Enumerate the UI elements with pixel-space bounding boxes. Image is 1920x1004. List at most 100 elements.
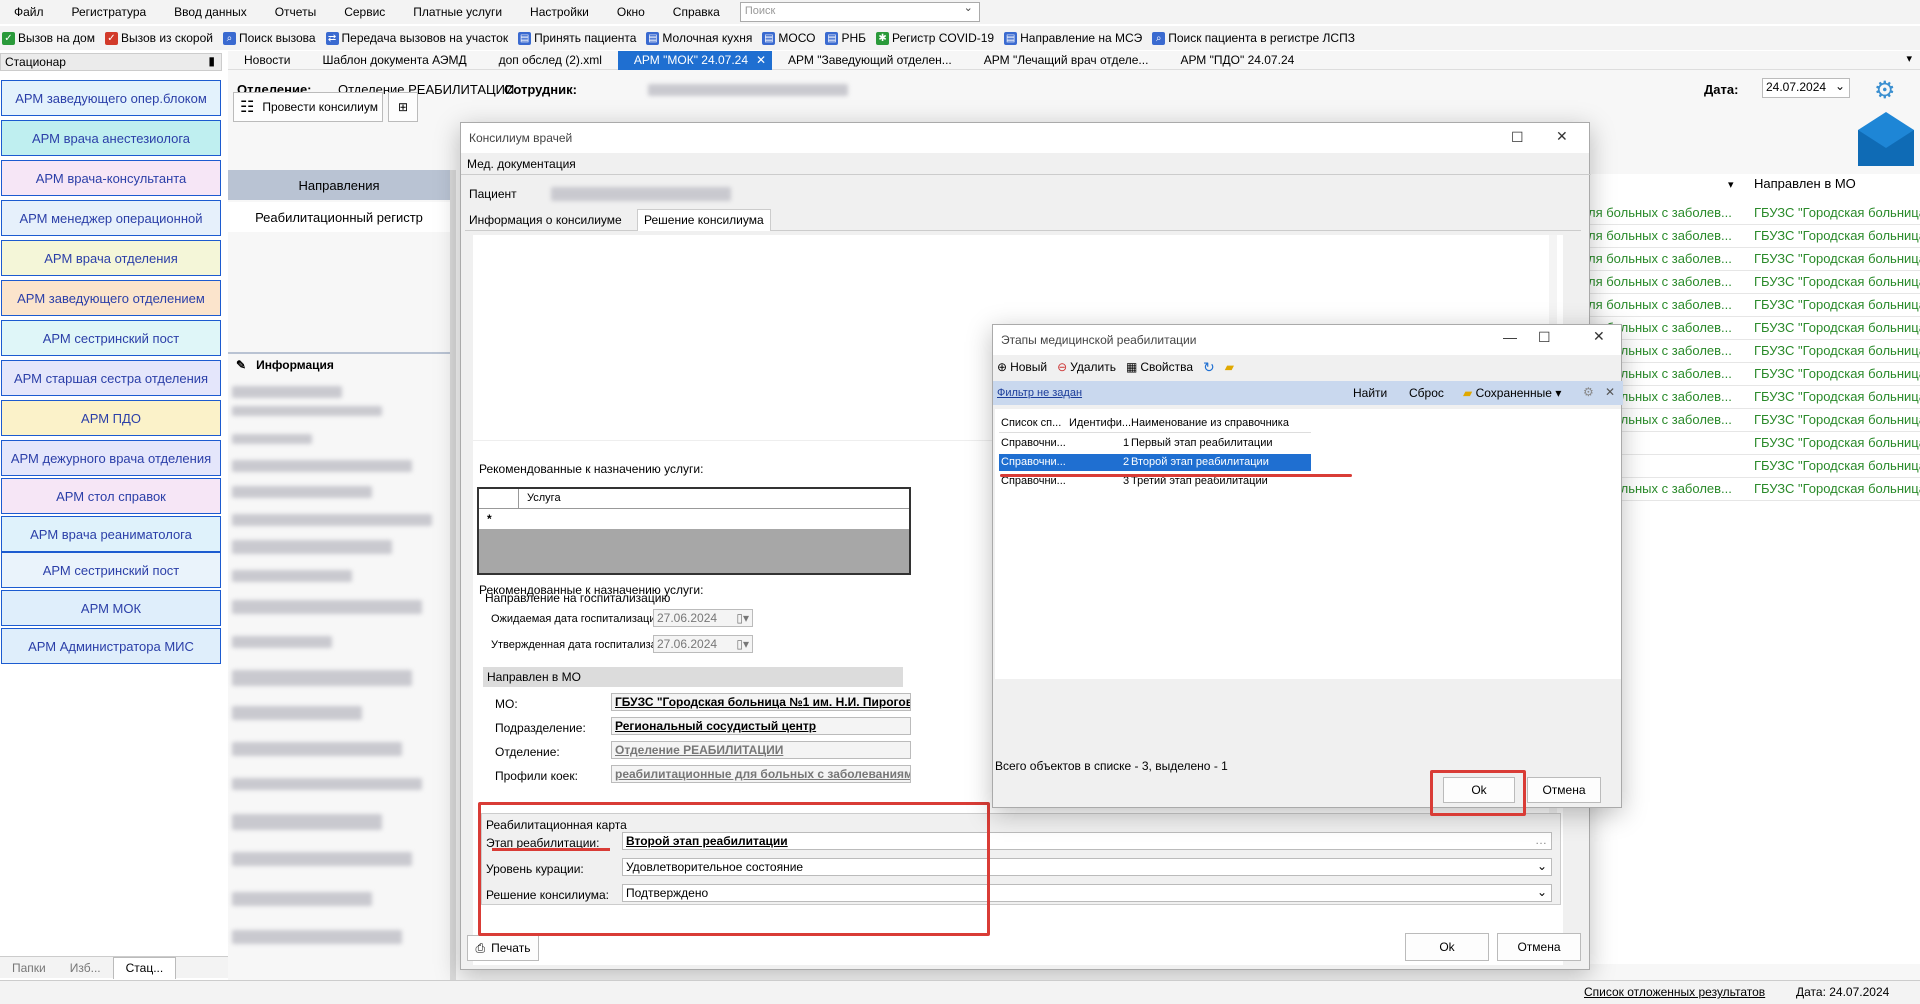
maximize-icon[interactable]: ☐ (1538, 329, 1551, 346)
arm-duty-doctor[interactable]: АРМ дежурного врача отделения (1, 440, 221, 476)
saved-dropdown[interactable]: ▰ Сохраненные ▾ (1463, 386, 1561, 400)
tab-consilium-decision[interactable]: Решение консилиума (637, 209, 771, 231)
arm-op-block-head[interactable]: АРМ заведующего опер.блоком (1, 80, 221, 116)
consilium-ok-button[interactable]: Ok (1405, 933, 1489, 961)
properties-button[interactable]: ▦ Свойства (1126, 360, 1193, 374)
arm-consultant[interactable]: АРМ врача-консультанта (1, 160, 221, 196)
grid-row[interactable]: ля больных с заболев... ГБУЗС "Городская … (1588, 409, 1920, 432)
stage-row[interactable]: Справочни... 1 Первый этап реабилитации (999, 435, 1311, 452)
grid-row[interactable]: ля больных с заболев... ГБУЗС "Городская … (1588, 202, 1920, 225)
print-button[interactable]: ⎙ Печать (467, 935, 539, 961)
find-button[interactable]: Найти (1353, 386, 1387, 400)
menu-service[interactable]: Сервис (330, 5, 399, 19)
tab-arm-head[interactable]: АРМ "Заведующий отделен... (772, 51, 968, 70)
refresh-button[interactable]: ↻ (1203, 359, 1215, 376)
tab-arm-pdo[interactable]: АРМ "ПДО" 24.07.24 (1164, 51, 1310, 70)
close-icon[interactable]: ✕ (1593, 328, 1605, 345)
menu-window[interactable]: Окно (603, 5, 659, 19)
bed-profiles-field[interactable]: реабилитационные для больных с заболеван… (611, 765, 911, 783)
department-field[interactable]: Отделение РЕАБИЛИТАЦИИ (611, 741, 911, 759)
mo-field[interactable]: ГБУЗС "Городская больница №1 им. Н.И. Пи… (611, 693, 911, 711)
date-input[interactable]: 24.07.2024 ⌄ (1762, 78, 1850, 98)
grid-row[interactable]: ля больных с заболев... ГБУЗС "Городская … (1588, 317, 1920, 340)
reset-button[interactable]: Сброс (1409, 386, 1444, 400)
grid-row[interactable]: ля больных с заболев... ГБУЗС "Городская … (1588, 340, 1920, 363)
accept-patient-button[interactable]: ▤ Принять пациента (518, 31, 636, 45)
tab-arm-mok[interactable]: АРМ "МОК" 24.07.24 ✕ (617, 50, 773, 70)
arm-ward-doctor[interactable]: АРМ врача отделения (1, 240, 221, 276)
rnb-button[interactable]: ▤ РНБ (825, 31, 866, 45)
subdivision-field[interactable]: Региональный сосудистый центр (611, 717, 911, 735)
search-input[interactable]: Поиск (739, 1, 980, 22)
gear-icon[interactable]: ⚙ (1874, 76, 1896, 105)
covid-registry-button[interactable]: ✱ Регистр COVID-19 (876, 31, 994, 45)
arm-head-nurse[interactable]: АРМ старшая сестра отделения (1, 360, 221, 396)
deferred-results-link[interactable]: Список отложенных результатов (1584, 985, 1765, 999)
arm-resuscitator[interactable]: АРМ врача реаниматолога (1, 516, 221, 552)
expected-date-input[interactable]: 27.06.2024 ▯▾ (653, 609, 753, 627)
chevron-down-icon[interactable]: ▾ (1906, 52, 1912, 65)
folder-button[interactable]: ▰ (1225, 360, 1234, 374)
menu-paid-services[interactable]: Платные услуги (399, 5, 516, 19)
search-patient-lspz-button[interactable]: ⌕ Поиск пациента в регистре ЛСПЗ (1152, 31, 1355, 45)
tab-consilium-info[interactable]: Информация о консилиуме (469, 213, 622, 227)
arm-nurse-post-2[interactable]: АРМ сестринский пост (1, 552, 221, 588)
menu-reports[interactable]: Отчеты (261, 5, 330, 19)
menu-settings[interactable]: Настройки (516, 5, 603, 19)
filter-link[interactable]: Фильтр не задан (997, 387, 1082, 399)
minimize-icon[interactable]: — (1503, 329, 1517, 345)
moso-button[interactable]: ▤ МОСО (762, 31, 815, 45)
filter-settings-icon[interactable]: ⚙ (1583, 385, 1594, 399)
ellipsis-icon[interactable]: … (1535, 833, 1547, 847)
services-new-row[interactable]: * (479, 509, 909, 529)
arm-nurse-post[interactable]: АРМ сестринский пост (1, 320, 221, 356)
tab-news[interactable]: Новости (228, 51, 306, 70)
grid-row[interactable]: ля больных с заболев... ГБУЗС "Городская … (1588, 271, 1920, 294)
splitter[interactable] (450, 170, 456, 980)
arm-dept-head[interactable]: АРМ заведующего отделением (1, 280, 221, 316)
nav-directions[interactable]: Направления (228, 170, 450, 200)
menu-help[interactable]: Справка (659, 5, 734, 19)
grid-row[interactable]: ля больных с заболев... ГБУЗС "Городская … (1588, 248, 1920, 271)
mse-referral-button[interactable]: ▤ Направление на МСЭ (1004, 31, 1142, 45)
milk-kitchen-button[interactable]: ▤ Молочная кухня (646, 31, 752, 45)
add-consilium-icon[interactable]: ⊞ (388, 92, 418, 122)
filter-chevron-icon[interactable]: ▾ (1728, 178, 1734, 191)
approved-date-input[interactable]: 27.06.2024 ▯▾ (653, 635, 753, 653)
tab-xml-file[interactable]: доп обслед (2).xml (483, 51, 618, 70)
ambulance-call-button[interactable]: ✓ Вызов из скорой (104, 31, 213, 45)
maximize-icon[interactable]: ☐ (1511, 129, 1524, 146)
tab-favorites[interactable]: Изб... (58, 961, 113, 975)
stage-row[interactable]: Справочни... 2 Второй этап реабилитации (999, 454, 1311, 471)
mail-icon[interactable] (1858, 112, 1914, 166)
arm-pdo[interactable]: АРМ ПДО (1, 400, 221, 436)
close-icon[interactable]: ✕ (1605, 385, 1615, 399)
menu-registry[interactable]: Регистратура (58, 5, 161, 19)
grid-row[interactable]: ГБУЗС "Городская больница (1588, 455, 1920, 478)
tab-aemd-template[interactable]: Шаблон документа АЭМД (306, 51, 482, 70)
home-call-button[interactable]: ✓ Вызов на дом (2, 31, 95, 45)
tab-folders[interactable]: Папки (0, 961, 58, 975)
nav-rehab-registry[interactable]: Реабилитационный регистр (228, 202, 450, 232)
menu-file[interactable]: Файл (0, 5, 58, 19)
grid-row[interactable]: ля больных с заболев... ГБУЗС "Городская … (1588, 478, 1920, 501)
grid-row[interactable]: ля больных с заболев... ГБУЗС "Городская … (1588, 363, 1920, 386)
arm-mok[interactable]: АРМ МОК (1, 590, 221, 626)
tab-arm-attending[interactable]: АРМ "Лечащий врач отделе... (968, 51, 1165, 70)
consilium-cancel-button[interactable]: Отмена (1497, 933, 1581, 961)
arm-mis-admin[interactable]: АРМ Администратора МИС (1, 628, 221, 664)
tab-hospital[interactable]: Стац... (112, 956, 177, 979)
delete-button[interactable]: ⊖ Удалить (1057, 360, 1116, 374)
conduct-consilium-button[interactable]: ☷ Провести консилиум (233, 92, 383, 122)
grid-row[interactable]: ГБУЗС "Городская больница (1588, 432, 1920, 455)
close-icon[interactable]: ✕ (1556, 128, 1568, 145)
arm-anesthesiologist[interactable]: АРМ врача анестезиолога (1, 120, 221, 156)
arm-or-manager[interactable]: АРМ менеджер операционной (1, 200, 221, 236)
arm-info-desk[interactable]: АРМ стол справок (1, 478, 221, 514)
stages-cancel-button[interactable]: Отмена (1527, 777, 1601, 803)
grid-row[interactable]: ля больных с заболев... ГБУЗС "Городская … (1588, 225, 1920, 248)
transfer-calls-button[interactable]: ⇄ Передача вызовов на участок (325, 31, 508, 45)
new-button[interactable]: ⊕ Новый (997, 360, 1047, 374)
close-icon[interactable]: ✕ (756, 51, 766, 70)
pin-icon[interactable]: ▮ (208, 54, 215, 68)
